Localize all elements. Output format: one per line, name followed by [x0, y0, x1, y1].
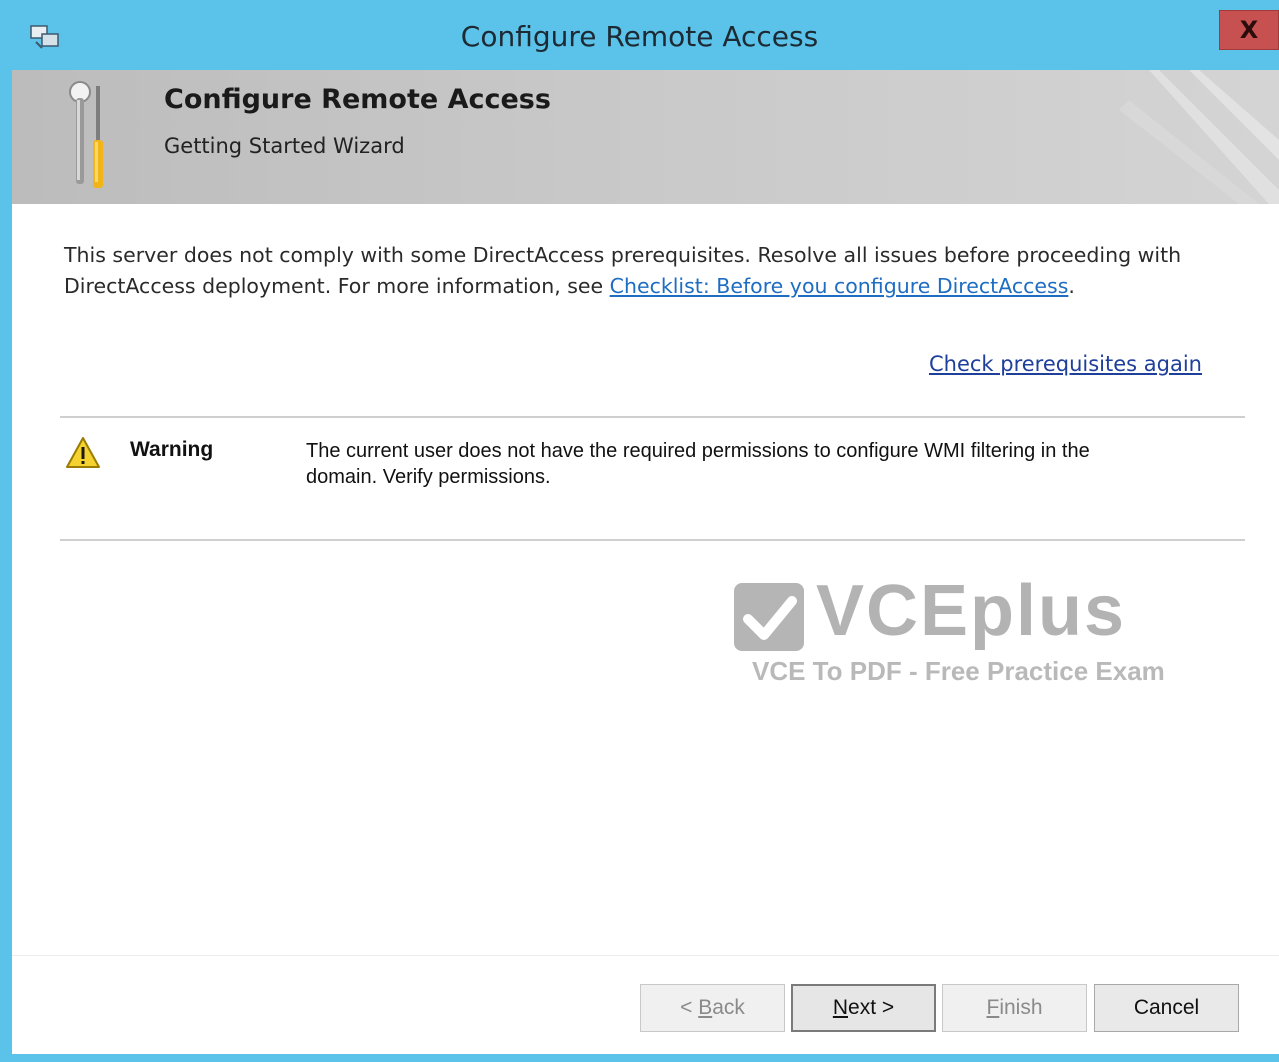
- cancel-button[interactable]: Cancel: [1094, 984, 1239, 1032]
- prerequisites-message: This server does not comply with some Di…: [64, 240, 1234, 302]
- finish-button-mnemonic: F: [986, 996, 1000, 1019]
- title-bar[interactable]: Configure Remote Access X: [0, 0, 1279, 70]
- back-button[interactable]: < Back: [640, 984, 785, 1032]
- wizard-subtitle: Getting Started Wizard: [164, 134, 405, 158]
- client-area: [12, 70, 1279, 1054]
- back-button-mnemonic: B: [698, 996, 713, 1019]
- watermark: VCEplus VCE To PDF - Free Practice Exam: [734, 571, 1209, 688]
- back-button-label: ack: [712, 996, 745, 1019]
- wrench-screwdriver-icon: [69, 81, 103, 188]
- next-button[interactable]: Next >: [791, 984, 936, 1032]
- close-icon: X: [1239, 16, 1259, 44]
- cancel-button-label: Cancel: [1133, 996, 1200, 1019]
- wizard-title: Configure Remote Access: [164, 84, 551, 115]
- intro-text-end: .: [1068, 274, 1075, 298]
- issue-message: The current user does not have the requi…: [306, 440, 1090, 488]
- issues-top-divider: [60, 416, 1245, 418]
- finish-button-label: inish: [999, 996, 1043, 1019]
- wizard-window: Configure Remote Access X Configure Remo…: [0, 0, 1279, 1062]
- issue-severity: Warning: [130, 438, 214, 461]
- header-decoration: [1119, 70, 1279, 204]
- watermark-brand: VCEplus: [816, 571, 1127, 651]
- watermark-tagline: VCE To PDF - Free Practice Exam: [752, 656, 1165, 686]
- check-prerequisites-again-link[interactable]: Check prerequisites again: [929, 352, 1202, 376]
- finish-button[interactable]: Finish: [942, 984, 1087, 1032]
- close-button[interactable]: X: [1219, 10, 1279, 50]
- warning-icon: [66, 437, 100, 468]
- next-button-label: ext >: [848, 996, 895, 1019]
- back-button-prefix: <: [680, 996, 699, 1019]
- issues-bottom-divider: [60, 539, 1245, 541]
- next-button-mnemonic: N: [832, 996, 849, 1019]
- check-icon: [743, 596, 797, 640]
- watermark-check-logo: [734, 583, 804, 651]
- window-title: Configure Remote Access: [460, 20, 819, 53]
- window-bottom-border: [0, 1054, 1279, 1062]
- checklist-link[interactable]: Checklist: Before you configure DirectAc…: [610, 274, 1069, 298]
